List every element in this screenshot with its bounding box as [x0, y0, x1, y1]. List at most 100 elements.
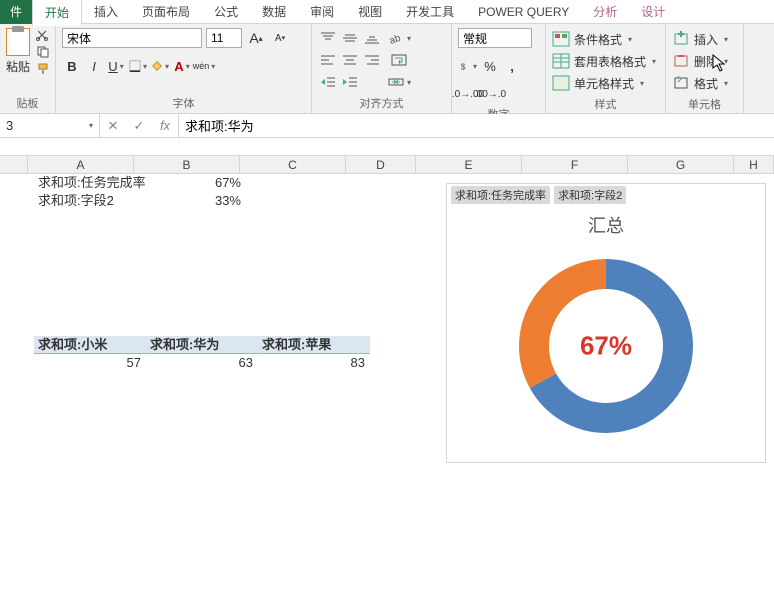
pivot-value-2[interactable]: 63: [146, 354, 258, 372]
chart-field-tag-2[interactable]: 求和项:字段2: [554, 186, 626, 204]
col-header-E[interactable]: E: [416, 156, 522, 173]
align-right-button[interactable]: [362, 50, 382, 70]
comma-format-button[interactable]: ,: [502, 56, 522, 76]
border-button[interactable]: ▾: [128, 56, 148, 76]
group-label-clipboard: 贴板: [6, 95, 49, 111]
phonetic-button[interactable]: wén▾: [194, 56, 214, 76]
fill-color-button[interactable]: ▾: [150, 56, 170, 76]
cell-B2[interactable]: 33%: [174, 192, 246, 210]
paste-icon: [6, 28, 30, 56]
increase-indent-button[interactable]: [340, 72, 360, 92]
insert-cells-button[interactable]: 插入▾: [672, 28, 728, 50]
col-header-B[interactable]: B: [134, 156, 240, 173]
cell-B1[interactable]: 67%: [174, 174, 246, 192]
underline-button[interactable]: U▾: [106, 56, 126, 76]
pivot-value-3[interactable]: 83: [258, 354, 370, 372]
column-headers: A B C D E F G H: [0, 156, 774, 174]
tab-file[interactable]: 件: [0, 0, 32, 24]
align-top-button[interactable]: [318, 28, 338, 48]
pivot-header-1[interactable]: 求和项:小米: [34, 336, 146, 354]
tab-data[interactable]: 数据: [250, 0, 298, 24]
svg-text:ab: ab: [388, 33, 403, 45]
number-format-selector[interactable]: [458, 28, 532, 48]
cut-button[interactable]: [34, 28, 52, 42]
col-header-G[interactable]: G: [628, 156, 734, 173]
table-format-button[interactable]: 套用表格格式▾: [552, 50, 656, 72]
tab-power-query[interactable]: POWER QUERY: [466, 1, 581, 23]
donut-center-label: 67%: [580, 331, 632, 362]
group-font: A▴ A▾ B I U▾ ▾ ▾ A▾ wén▾ 字体: [56, 24, 312, 113]
pivot-chart[interactable]: 求和项:任务完成率 求和项:字段2 汇总 67%: [446, 183, 766, 463]
font-size-selector[interactable]: [206, 28, 242, 48]
decrease-decimal-button[interactable]: .00→.0: [480, 84, 500, 104]
group-alignment: ab▾ ▾ 对齐方式: [312, 24, 452, 113]
accounting-format-button[interactable]: $▾: [458, 56, 478, 76]
pivot-value-1[interactable]: 57: [34, 354, 146, 372]
enter-formula-button[interactable]: ✓: [126, 114, 152, 138]
tab-analyze[interactable]: 分析: [581, 0, 629, 24]
chart-field-tag-1[interactable]: 求和项:任务完成率: [451, 186, 550, 204]
name-box[interactable]: 3▾: [0, 114, 100, 137]
paste-button[interactable]: 粘贴: [6, 28, 30, 75]
align-bottom-button[interactable]: [362, 28, 382, 48]
col-header-C[interactable]: C: [240, 156, 346, 173]
percent-format-button[interactable]: %: [480, 56, 500, 76]
name-box-value: 3: [6, 118, 13, 133]
ribbon: 粘贴 贴板 A▴ A▾ B I U▾ ▾ ▾ A▾: [0, 24, 774, 114]
col-header-A[interactable]: A: [28, 156, 134, 173]
pivot-header-2[interactable]: 求和项:华为: [146, 336, 258, 354]
wrap-text-button[interactable]: [386, 50, 412, 70]
pivot-header-3[interactable]: 求和项:苹果: [258, 336, 370, 354]
orientation-button[interactable]: ab▾: [386, 28, 412, 48]
format-cells-label: 格式: [694, 75, 718, 92]
copy-button[interactable]: [34, 45, 52, 59]
align-left-button[interactable]: [318, 50, 338, 70]
merge-button[interactable]: ▾: [386, 72, 412, 92]
font-color-button[interactable]: A▾: [172, 56, 192, 76]
fx-button[interactable]: fx: [152, 114, 178, 138]
conditional-format-button[interactable]: 条件格式▾: [552, 28, 632, 50]
align-middle-button[interactable]: [340, 28, 360, 48]
format-cells-button[interactable]: 格式▾: [672, 72, 728, 94]
tab-view[interactable]: 视图: [346, 0, 394, 24]
tab-insert[interactable]: 插入: [82, 0, 130, 24]
ribbon-tabs: 件 开始 插入 页面布局 公式 数据 审阅 视图 开发工具 POWER QUER…: [0, 0, 774, 24]
tab-review[interactable]: 审阅: [298, 0, 346, 24]
tab-developer[interactable]: 开发工具: [394, 0, 466, 24]
decrease-font-button[interactable]: A▾: [270, 28, 290, 48]
cond-fmt-label: 条件格式: [574, 31, 622, 48]
font-name-selector[interactable]: [62, 28, 202, 48]
cursor-icon: [712, 54, 728, 74]
decrease-indent-button[interactable]: [318, 72, 338, 92]
col-header-H[interactable]: H: [734, 156, 774, 173]
col-header-D[interactable]: D: [346, 156, 416, 173]
cancel-formula-button[interactable]: ✕: [100, 114, 126, 138]
group-label-alignment: 对齐方式: [318, 95, 445, 111]
svg-text:$: $: [461, 61, 466, 71]
italic-button[interactable]: I: [84, 56, 104, 76]
group-styles: 条件格式▾ 套用表格格式▾ 单元格样式▾ 样式: [546, 24, 666, 113]
cell-A2[interactable]: 求和项:字段2: [34, 192, 174, 210]
bold-button[interactable]: B: [62, 56, 82, 76]
donut-chart: 67%: [512, 252, 700, 440]
tab-design[interactable]: 设计: [629, 0, 677, 24]
group-label-styles: 样式: [552, 96, 659, 112]
paste-label: 粘贴: [6, 58, 30, 75]
cell-style-label: 单元格样式: [574, 75, 634, 92]
group-clipboard: 粘贴 贴板: [0, 24, 56, 113]
align-center-button[interactable]: [340, 50, 360, 70]
format-painter-button[interactable]: [34, 62, 52, 76]
formula-input[interactable]: [179, 114, 774, 137]
tab-formulas[interactable]: 公式: [202, 0, 250, 24]
cell-style-button[interactable]: 单元格样式▾: [552, 72, 644, 94]
group-label-cells: 单元格: [672, 96, 737, 112]
select-all-button[interactable]: [0, 156, 28, 173]
cell-A1[interactable]: 求和项:任务完成率: [34, 174, 174, 192]
increase-font-button[interactable]: A▴: [246, 28, 266, 48]
phonetic-label: wén: [193, 61, 210, 71]
formula-bar: 3▾ ✕ ✓ fx: [0, 114, 774, 138]
tab-home[interactable]: 开始: [32, 0, 82, 26]
tab-page-layout[interactable]: 页面布局: [130, 0, 202, 24]
table-fmt-label: 套用表格格式: [574, 53, 646, 70]
col-header-F[interactable]: F: [522, 156, 628, 173]
